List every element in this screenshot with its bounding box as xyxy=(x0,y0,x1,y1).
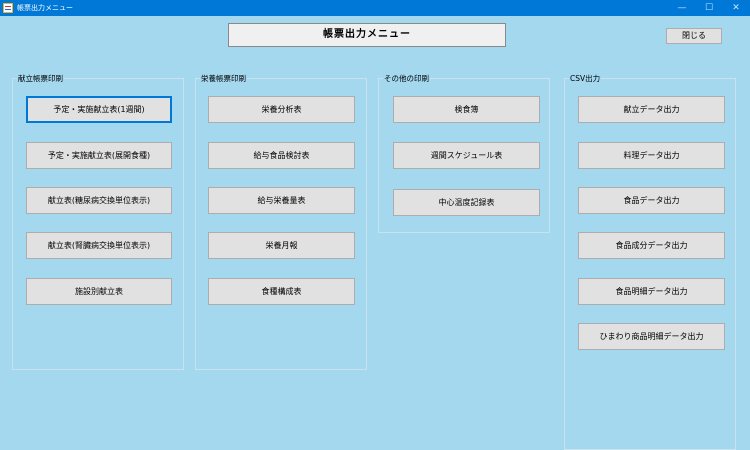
core-temperature-button[interactable]: 中心温度記録表 xyxy=(393,189,540,216)
expanded-meal-menu-button[interactable]: 予定・実施献立表(展開食種) xyxy=(26,142,172,169)
nutrition-amount-button[interactable]: 給与栄養量表 xyxy=(208,187,355,214)
diabetes-menu-button[interactable]: 献立表(糖尿病交換単位表示) xyxy=(26,187,172,214)
title-bar: 帳票出力メニュー — ☐ ✕ xyxy=(0,0,750,16)
inspection-log-button[interactable]: 検食簿 xyxy=(393,96,540,123)
food-component-export-button[interactable]: 食品成分データ出力 xyxy=(578,232,725,259)
facility-menu-button[interactable]: 施設別献立表 xyxy=(26,278,172,305)
maximize-button[interactable]: ☐ xyxy=(697,0,721,16)
food-detail-export-button[interactable]: 食品明細データ出力 xyxy=(578,278,725,305)
food-review-button[interactable]: 給与食品検討表 xyxy=(208,142,355,169)
group-label: その他の印刷 xyxy=(383,74,430,84)
group-label: 栄養帳票印刷 xyxy=(200,74,247,84)
himawari-product-export-button[interactable]: ひまわり商品明細データ出力 xyxy=(578,323,725,350)
meal-type-button[interactable]: 食種構成表 xyxy=(208,278,355,305)
nutrition-monthly-button[interactable]: 栄養月報 xyxy=(208,232,355,259)
weekly-menu-button[interactable]: 予定・実施献立表(1週間) xyxy=(26,96,172,123)
nutrition-analysis-button[interactable]: 栄養分析表 xyxy=(208,96,355,123)
csv-output-group: CSV出力 xyxy=(564,74,736,450)
group-label: 献立帳票印刷 xyxy=(17,74,64,84)
minimize-button[interactable]: — xyxy=(670,0,694,16)
dish-data-export-button[interactable]: 料理データ出力 xyxy=(578,142,725,169)
window-title: 帳票出力メニュー xyxy=(17,4,73,12)
page-title: 帳票出力メニュー xyxy=(228,23,506,47)
app-icon xyxy=(3,3,13,13)
menu-data-export-button[interactable]: 献立データ出力 xyxy=(578,96,725,123)
group-label: CSV出力 xyxy=(569,74,602,84)
kidney-menu-button[interactable]: 献立表(腎臓病交換単位表示) xyxy=(26,232,172,259)
window-close-button[interactable]: ✕ xyxy=(724,0,748,16)
food-data-export-button[interactable]: 食品データ出力 xyxy=(578,187,725,214)
close-button[interactable]: 閉じる xyxy=(666,28,722,44)
weekly-schedule-button[interactable]: 週間スケジュール表 xyxy=(393,142,540,169)
